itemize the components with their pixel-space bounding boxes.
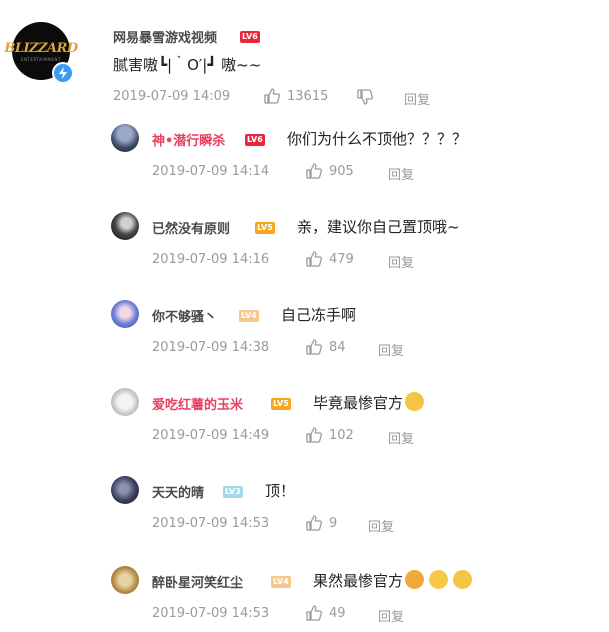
reply-text: 自己冻手啊 xyxy=(281,306,357,324)
like-count: 905 xyxy=(329,164,354,179)
dislike-icon[interactable] xyxy=(356,88,374,106)
avatar[interactable] xyxy=(111,300,139,328)
like-icon[interactable] xyxy=(305,514,323,532)
like-icon[interactable] xyxy=(263,87,281,105)
like-icon[interactable] xyxy=(305,604,323,622)
reply-button[interactable]: 回复 xyxy=(388,428,414,447)
like-icon[interactable] xyxy=(305,250,323,268)
comment-timestamp: 2019-07-09 14:09 xyxy=(113,89,231,104)
main-comment: BLIZZARD ENTERTAINMENT 网易暴雪游戏视频 LV6 腻害嗷┗… xyxy=(0,0,609,112)
reply-item: 已然没有原则 LV5 亲，建议你自己置顶哦~ 2019-07-09 14:16 … xyxy=(0,200,609,288)
level-badge: LV4 xyxy=(271,576,291,588)
avatar[interactable] xyxy=(111,388,139,416)
level-badge: LV5 xyxy=(271,398,291,410)
level-badge: LV5 xyxy=(255,222,275,234)
reply-timestamp: 2019-07-09 14:14 xyxy=(152,164,270,179)
comment-text: 腻害嗷┗|｀O′|┛ 嗷~~ xyxy=(113,56,262,74)
reply-author[interactable]: 神•潜行瞬杀 xyxy=(152,130,225,149)
reply-text: 你们为什么不顶他？？？？ xyxy=(287,130,468,148)
avatar[interactable] xyxy=(111,476,139,504)
reply-item: 天天的晴 LV3 顶！ 2019-07-09 14:53 9 回复 xyxy=(0,464,609,552)
like-count: 479 xyxy=(329,252,354,267)
reply-timestamp: 2019-07-09 14:53 xyxy=(152,606,270,621)
reply-item: 神•潜行瞬杀 LV6 你们为什么不顶他？？？？ 2019-07-09 14:14… xyxy=(0,112,609,200)
emoji-doge-icon xyxy=(453,570,473,589)
emoji-angry-icon xyxy=(405,570,425,589)
reply-author[interactable]: 爱吃红薯的玉米 xyxy=(152,394,243,413)
reply-item: 醉卧星河笑红尘 LV4 果然最惨官方 2019-07-09 14:53 49 回… xyxy=(0,552,609,632)
reply-timestamp: 2019-07-09 14:38 xyxy=(152,340,270,355)
emoji-doge-icon xyxy=(405,392,425,411)
reply-item: 爱吃红薯的玉米 LV5 毕竟最惨官方 2019-07-09 14:49 102 … xyxy=(0,376,609,464)
like-count: 84 xyxy=(329,340,346,355)
reply-author[interactable]: 醉卧星河笑红尘 xyxy=(152,572,243,591)
reply-author[interactable]: 已然没有原则 xyxy=(152,218,230,237)
level-badge: LV6 xyxy=(245,134,265,146)
reply-button[interactable]: 回复 xyxy=(388,164,414,183)
avatar[interactable] xyxy=(111,212,139,240)
avatar[interactable] xyxy=(111,124,139,152)
reply-text: 亲，建议你自己置顶哦~ xyxy=(297,218,460,236)
reply-button[interactable]: 回复 xyxy=(404,89,430,108)
reply-timestamp: 2019-07-09 14:49 xyxy=(152,428,270,443)
like-icon[interactable] xyxy=(305,426,323,444)
like-count: 13615 xyxy=(287,89,329,104)
reply-button[interactable]: 回复 xyxy=(368,516,394,535)
reply-text: 毕竟最惨官方 xyxy=(313,392,425,413)
comment-author[interactable]: 网易暴雪游戏视频 xyxy=(113,27,217,46)
like-count: 102 xyxy=(329,428,354,443)
like-count: 9 xyxy=(329,516,338,531)
reply-text-content: 毕竟最惨官方 xyxy=(313,394,404,412)
level-badge: LV4 xyxy=(239,310,259,322)
like-icon[interactable] xyxy=(305,162,323,180)
reply-button[interactable]: 回复 xyxy=(378,606,404,625)
reply-author[interactable]: 天天的晴 xyxy=(152,482,204,501)
reply-button[interactable]: 回复 xyxy=(388,252,414,271)
verified-icon xyxy=(52,62,74,84)
level-badge: LV6 xyxy=(240,31,260,43)
like-icon[interactable] xyxy=(305,338,323,356)
level-badge: LV3 xyxy=(223,486,243,498)
reply-timestamp: 2019-07-09 14:53 xyxy=(152,516,270,531)
avatar[interactable]: BLIZZARD ENTERTAINMENT xyxy=(4,22,78,84)
emoji-grin-icon xyxy=(429,570,449,589)
reply-item: 你不够骚丶 LV4 自己冻手啊 2019-07-09 14:38 84 回复 xyxy=(0,288,609,376)
reply-text: 顶！ xyxy=(265,482,296,500)
reply-author[interactable]: 你不够骚丶 xyxy=(152,306,217,325)
reply-timestamp: 2019-07-09 14:16 xyxy=(152,252,270,267)
reply-button[interactable]: 回复 xyxy=(378,340,404,359)
reply-text-content: 果然最惨官方 xyxy=(313,572,404,590)
reply-text: 果然最惨官方 xyxy=(313,570,473,591)
avatar[interactable] xyxy=(111,566,139,594)
like-count: 49 xyxy=(329,606,346,621)
